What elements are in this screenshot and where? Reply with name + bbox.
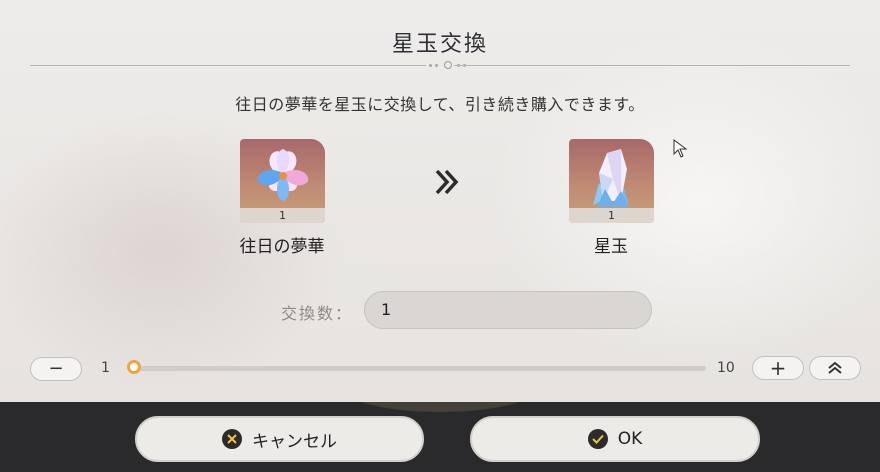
- title-divider: [30, 61, 850, 69]
- mouse-cursor-icon: [673, 139, 688, 158]
- target-item-card[interactable]: 1: [569, 139, 654, 223]
- cancel-button[interactable]: キャンセル: [135, 416, 424, 462]
- crystal-icon: [593, 149, 629, 207]
- minus-icon: −: [48, 358, 64, 379]
- target-item-name: 星玉: [594, 237, 628, 257]
- exchange-description: 往日の夢華を星玉に交換して、引き続き購入できます。: [235, 95, 645, 114]
- source-item-card[interactable]: 1: [240, 139, 325, 223]
- quantity-slider-track[interactable]: [134, 366, 706, 371]
- ok-label: OK: [617, 429, 643, 449]
- dreamflower-icon: [257, 149, 309, 201]
- double-chevron-right-icon: [435, 169, 459, 195]
- increase-button[interactable]: +: [752, 356, 804, 380]
- slider-min-value: 1: [101, 360, 110, 376]
- close-icon: [222, 429, 242, 449]
- plus-icon: +: [769, 356, 787, 380]
- target-item-count: 1: [569, 208, 654, 223]
- source-item-name: 往日の夢華: [239, 237, 325, 257]
- source-item-count: 1: [240, 208, 325, 223]
- exchange-dialog: 星玉交換 往日の夢華を星玉に交換して、引き続き購入できます。 1 往日の夢華 1…: [0, 0, 880, 402]
- cancel-label: キャンセル: [252, 431, 337, 452]
- max-button[interactable]: [809, 356, 861, 380]
- ok-button[interactable]: OK: [470, 416, 760, 462]
- quantity-slider-thumb[interactable]: [127, 360, 141, 374]
- quantity-input[interactable]: 1: [364, 291, 652, 329]
- decrease-button[interactable]: −: [30, 357, 82, 381]
- dialog-title: 星玉交換: [391, 32, 488, 57]
- slider-max-value: 10: [717, 360, 735, 376]
- check-icon: [587, 429, 608, 449]
- quantity-label: 交換数：: [281, 304, 354, 323]
- double-chevron-up-icon: [828, 361, 842, 374]
